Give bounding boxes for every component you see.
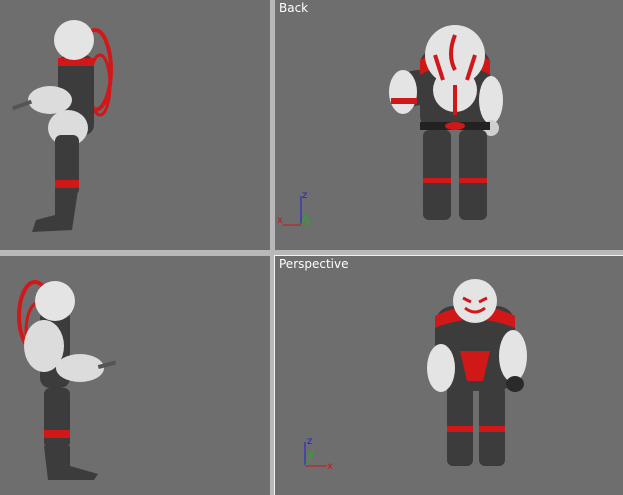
viewport-perspective[interactable]: Perspective z x y <box>274 255 623 495</box>
axis-x-label: x <box>327 461 333 472</box>
viewport-bottom-left[interactable] <box>0 256 270 495</box>
viewport-top-left[interactable] <box>0 0 270 250</box>
axis-y-label: y <box>309 448 315 459</box>
axis-z-label: z <box>307 436 312 447</box>
character-left-view <box>17 280 117 480</box>
axis-x-label: x <box>277 215 283 226</box>
viewport-back[interactable]: Back z x y <box>275 0 623 250</box>
axis-z-label: z <box>302 190 307 201</box>
character-back-view <box>389 25 503 220</box>
axis-y-label: y <box>305 215 311 226</box>
axis-gizmo-perspective: z x y <box>304 436 333 472</box>
axis-gizmo: z x y <box>277 190 311 226</box>
character-side-view <box>11 20 113 232</box>
